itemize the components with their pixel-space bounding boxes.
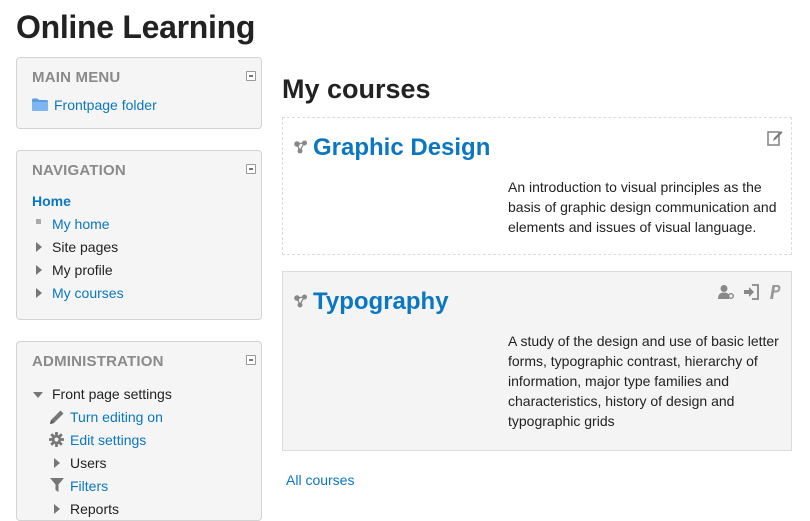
nav-item-label[interactable]: My courses <box>52 282 124 305</box>
nav-item-label[interactable]: Site pages <box>52 236 118 259</box>
nav-item-my-courses[interactable]: My courses <box>32 282 261 305</box>
expand-arrow-icon[interactable] <box>36 265 42 275</box>
administration-title: ADMINISTRATION <box>32 353 164 370</box>
pencil-icon <box>50 410 64 424</box>
collapse-icon[interactable] <box>246 71 256 81</box>
self-enrol-icon <box>743 284 759 300</box>
course-title-link[interactable]: Graphic Design <box>313 134 490 162</box>
navigation-block: NAVIGATION Home My home Site pages My pr… <box>16 150 262 320</box>
self-enrol-icon <box>767 131 783 146</box>
gear-icon <box>49 432 64 447</box>
admin-item-edit-settings[interactable]: Edit settings <box>32 429 261 452</box>
admin-item-filters[interactable]: Filters <box>32 475 261 498</box>
main-menu-block: MAIN MENU Frontpage folder <box>16 57 262 129</box>
course-title-link[interactable]: Typography <box>313 288 449 316</box>
main-menu-title: MAIN MENU <box>32 69 121 86</box>
course-icon <box>294 294 307 308</box>
course-card: Graphic Design An introduction to visual… <box>282 117 792 255</box>
nav-item-my-home[interactable]: My home <box>32 213 261 236</box>
course-summary: A study of the design and use of basic l… <box>508 333 779 429</box>
guest-access-icon <box>718 285 735 299</box>
course-icon <box>294 140 307 154</box>
folder-icon <box>32 98 48 111</box>
admin-item-label[interactable]: Filters <box>70 475 108 498</box>
main-menu-item-frontpage-folder[interactable]: Frontpage folder <box>32 94 261 117</box>
admin-section-label[interactable]: Front page settings <box>52 383 172 406</box>
course-card: Typography A study of the design and use… <box>282 271 792 451</box>
nav-home-link[interactable]: Home <box>32 190 71 213</box>
admin-item-turn-editing-on[interactable]: Turn editing on <box>32 406 261 429</box>
enrolment-icons <box>714 284 783 300</box>
page-heading: My courses <box>282 74 431 104</box>
nav-item-label[interactable]: My home <box>52 213 110 236</box>
admin-item-label[interactable]: Turn editing on <box>70 406 163 429</box>
admin-item-users[interactable]: Users <box>32 452 261 475</box>
all-courses-link[interactable]: All courses <box>286 472 354 488</box>
collapse-arrow-icon[interactable] <box>33 392 43 398</box>
admin-item-reports[interactable]: Reports <box>32 498 261 521</box>
expand-arrow-icon[interactable] <box>36 242 42 252</box>
admin-item-label[interactable]: Edit settings <box>70 429 146 452</box>
expand-arrow-icon[interactable] <box>36 288 42 298</box>
main-menu-item-label[interactable]: Frontpage folder <box>54 94 157 117</box>
navigation-title: NAVIGATION <box>32 162 126 179</box>
nav-item-my-profile[interactable]: My profile <box>32 259 261 282</box>
collapse-icon[interactable] <box>246 164 256 174</box>
collapse-icon[interactable] <box>246 355 256 365</box>
square-bullet-icon <box>36 219 41 224</box>
enrolment-icons <box>763 130 783 146</box>
admin-item-label[interactable]: Users <box>70 452 107 475</box>
expand-arrow-icon[interactable] <box>54 458 60 468</box>
administration-block: ADMINISTRATION Front page settings Turn … <box>16 341 262 521</box>
nav-item-label[interactable]: My profile <box>52 259 113 282</box>
expand-arrow-icon[interactable] <box>54 504 60 514</box>
admin-front-page-settings[interactable]: Front page settings <box>32 383 261 406</box>
administration-header: ADMINISTRATION <box>17 342 261 373</box>
course-summary: An introduction to visual principles as … <box>508 179 777 235</box>
admin-item-label[interactable]: Reports <box>70 498 119 521</box>
nav-item-home[interactable]: Home <box>32 190 261 213</box>
navigation-header: NAVIGATION <box>17 151 261 182</box>
paypal-icon <box>770 285 781 299</box>
site-title: Online Learning <box>16 9 256 45</box>
nav-item-site-pages[interactable]: Site pages <box>32 236 261 259</box>
funnel-icon <box>50 478 64 492</box>
main-menu-header: MAIN MENU <box>17 58 261 89</box>
